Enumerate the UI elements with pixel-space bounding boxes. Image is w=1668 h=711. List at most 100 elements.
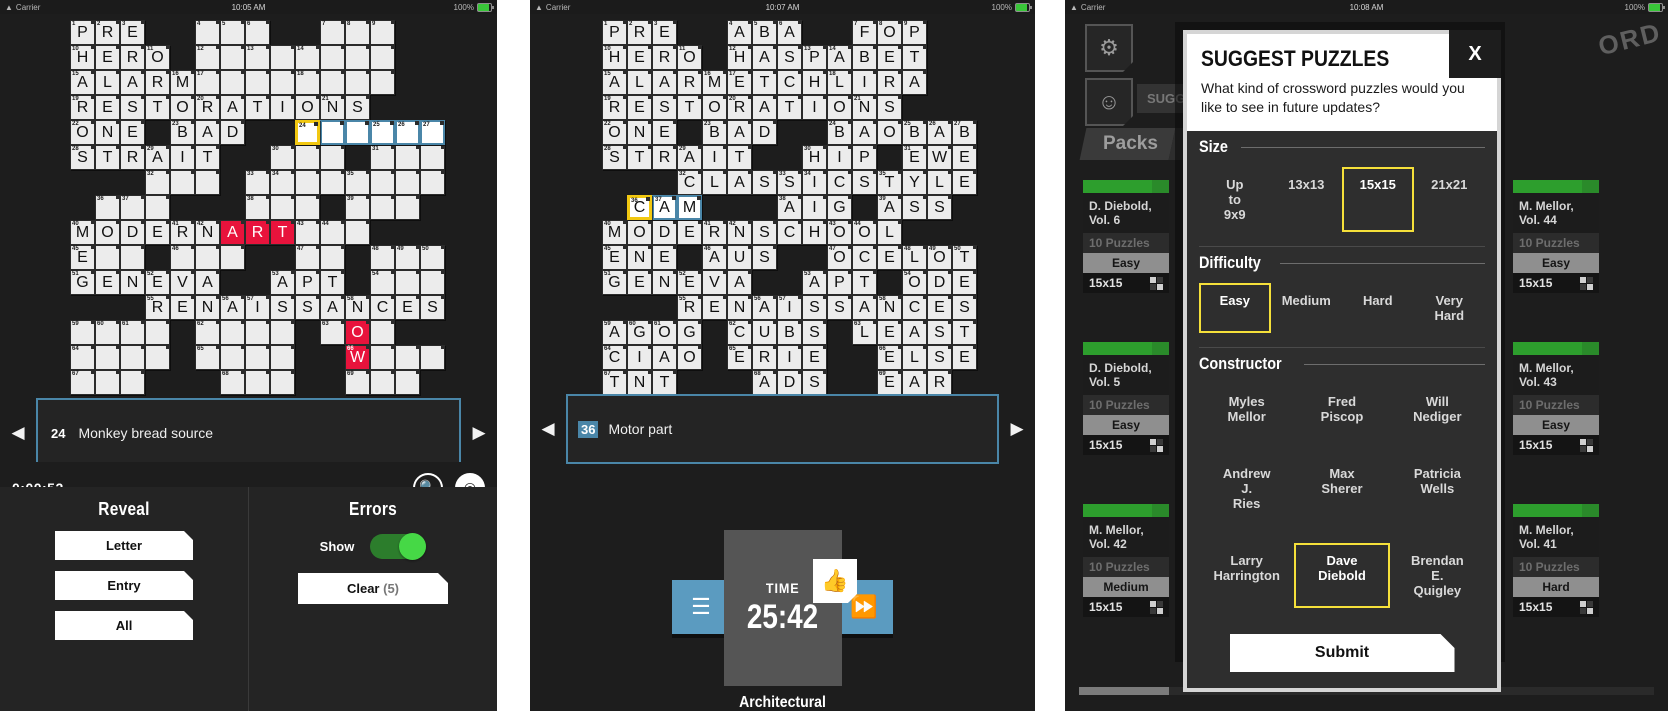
grid-cell[interactable]: 51 G [70, 270, 95, 295]
grid-cell[interactable]: 43 [295, 220, 320, 245]
grid-cell[interactable] [320, 45, 345, 70]
grid-cell[interactable]: E [877, 45, 902, 70]
grid-cell[interactable] [220, 45, 245, 70]
grid-cell[interactable]: E [702, 295, 727, 320]
next-clue-button[interactable]: ▶ [999, 419, 1035, 439]
grid-cell[interactable]: V [170, 270, 195, 295]
grid-cell[interactable]: R [120, 45, 145, 70]
grid-cell[interactable] [320, 245, 345, 270]
grid-cell[interactable]: A [727, 120, 752, 145]
grid-cell[interactable]: 57 I [777, 295, 802, 320]
grid-cell[interactable]: 66 W [345, 345, 370, 370]
grid-cell[interactable]: 34 I [802, 170, 827, 195]
grid-cell[interactable]: R [752, 345, 777, 370]
grid-cell[interactable]: E [952, 170, 977, 195]
grid-cell[interactable]: O [877, 120, 902, 145]
grid-cell[interactable]: 30 [270, 145, 295, 170]
grid-cell[interactable] [120, 245, 145, 270]
puzzle-pack-card[interactable]: D. Diebold, Vol. 5 10 Puzzles Easy 15x15 [1083, 342, 1169, 455]
grid-cell[interactable]: E [145, 220, 170, 245]
grid-cell[interactable]: R [652, 45, 677, 70]
grid-cell[interactable] [245, 370, 270, 395]
grid-cell[interactable] [395, 345, 420, 370]
grid-cell[interactable]: E [652, 120, 677, 145]
grid-cell[interactable] [270, 195, 295, 220]
grid-cell[interactable]: E [952, 345, 977, 370]
grid-cell[interactable]: 57 I [245, 295, 270, 320]
grid-cell[interactable]: 44 O [852, 220, 877, 245]
grid-cell[interactable]: 11 O [145, 45, 170, 70]
grid-cell[interactable]: S [927, 345, 952, 370]
grid-cell[interactable]: N [195, 295, 220, 320]
grid-cell[interactable]: U [727, 245, 752, 270]
reveal-entry-button[interactable]: Entry [55, 571, 193, 600]
grid-cell[interactable]: 36 C [627, 195, 652, 220]
grid-cell[interactable]: I [802, 195, 827, 220]
errors-show-toggle[interactable] [370, 533, 427, 560]
grid-cell[interactable]: 23 B [702, 120, 727, 145]
reveal-all-button[interactable]: All [55, 611, 193, 640]
grid-cell[interactable]: 16 M [170, 70, 195, 95]
grid-cell[interactable]: N [727, 295, 752, 320]
grid-cell[interactable]: 59 [70, 320, 95, 345]
grid-cell[interactable]: 31 [370, 145, 395, 170]
grid-cell[interactable]: 53 A [270, 270, 295, 295]
grid-cell[interactable]: I [702, 145, 727, 170]
grid-cell[interactable]: E [95, 45, 120, 70]
grid-cell[interactable]: 7F [852, 20, 877, 45]
grid-cell[interactable] [220, 70, 245, 95]
tab-packs[interactable]: Packs [1079, 128, 1176, 160]
option-21x21[interactable]: 21x21 [1414, 167, 1486, 232]
grid-cell[interactable] [395, 195, 420, 220]
option-larry-harrington[interactable]: Larry Harrington [1199, 543, 1294, 608]
grid-cell[interactable]: 2R [95, 20, 120, 45]
grid-cell[interactable]: 42 N [195, 220, 220, 245]
grid-cell[interactable]: 64 C [602, 345, 627, 370]
grid-cell[interactable]: T [95, 145, 120, 170]
grid-cell[interactable]: E [627, 270, 652, 295]
grid-cell[interactable]: 38 A [777, 195, 802, 220]
grid-cell[interactable] [395, 145, 420, 170]
grid-cell[interactable]: S [420, 295, 445, 320]
grid-cell[interactable]: 62 [195, 320, 220, 345]
grid-cell[interactable]: 68 [220, 370, 245, 395]
grid-cell[interactable]: S [270, 295, 295, 320]
grid-cell[interactable]: 14 A [827, 45, 852, 70]
grid-cell[interactable]: S [927, 320, 952, 345]
grid-cell[interactable] [270, 345, 295, 370]
grid-cell[interactable]: C [902, 295, 927, 320]
grid-cell[interactable]: A [902, 370, 927, 395]
prev-clue-button[interactable]: ◀ [0, 423, 36, 443]
grid-cell[interactable] [195, 245, 220, 270]
grid-cell[interactable] [345, 120, 370, 145]
grid-cell[interactable]: 63 [320, 320, 345, 345]
grid-cell[interactable]: O [627, 220, 652, 245]
grid-cell[interactable]: 42 N [727, 220, 752, 245]
grid-cell[interactable]: L [902, 345, 927, 370]
grid-cell[interactable]: T [852, 270, 877, 295]
grid-cell[interactable]: M [677, 195, 702, 220]
option-hard[interactable]: Hard [1342, 283, 1414, 333]
grid-cell[interactable]: 65 [195, 345, 220, 370]
grid-cell[interactable]: E [677, 220, 702, 245]
grid-cell[interactable]: E [627, 95, 652, 120]
grid-cell[interactable]: 32 [145, 170, 170, 195]
grid-cell[interactable]: 47 [295, 245, 320, 270]
grid-cell[interactable]: 44 [320, 220, 345, 245]
grid-cell[interactable]: R [877, 70, 902, 95]
puzzle-pack-card[interactable]: D. Diebold, Vol. 6 10 Puzzles Easy 15x15 [1083, 180, 1169, 293]
grid-cell[interactable] [345, 220, 370, 245]
grid-cell[interactable] [270, 70, 295, 95]
grid-cell[interactable]: 9 [370, 20, 395, 45]
grid-cell[interactable]: A [220, 220, 245, 245]
grid-cell[interactable]: S [752, 245, 777, 270]
grid-cell[interactable]: 37 A [652, 195, 677, 220]
grid-cell[interactable]: 4A [727, 20, 752, 45]
grid-cell[interactable]: S [802, 320, 827, 345]
grid-cell[interactable]: A [220, 95, 245, 120]
grid-cell[interactable]: 40 M [70, 220, 95, 245]
grid-cell[interactable]: 21 N [852, 95, 877, 120]
option-fred-piscop[interactable]: Fred Piscop [1294, 384, 1389, 434]
grid-cell[interactable]: L [702, 170, 727, 195]
grid-cell[interactable]: 11 O [677, 45, 702, 70]
